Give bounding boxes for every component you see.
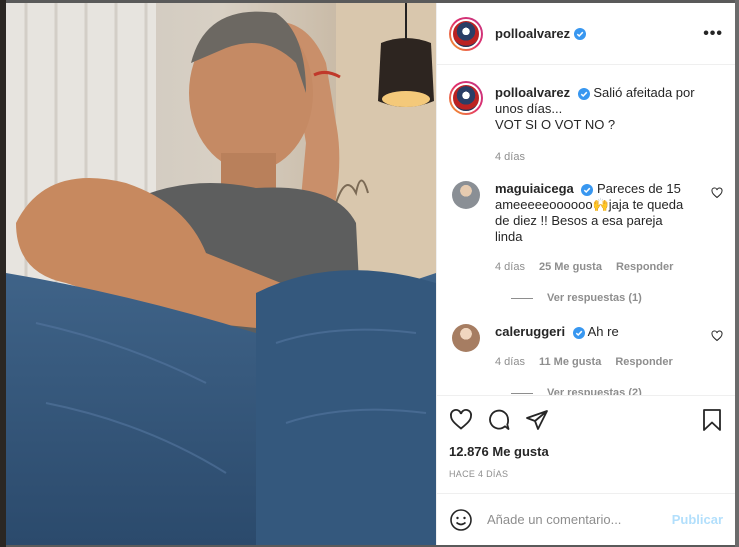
post-photo-image <box>6 3 436 545</box>
view-replies-label: Ver respuestas (2) <box>547 387 642 395</box>
verified-badge-icon <box>574 27 587 40</box>
more-horizontal-icon[interactable]: ••• <box>703 25 723 43</box>
comment-time[interactable]: 4 días <box>495 259 525 275</box>
comment-item: caleruggeri Ah re 4 días 11 Me gusta Res… <box>449 324 723 370</box>
view-replies-label: Ver respuestas (1) <box>547 292 642 304</box>
divider <box>511 392 533 394</box>
reply-button[interactable]: Responder <box>616 259 673 275</box>
post-actions: 12.876 Me gusta HACE 4 DÍAS <box>437 395 735 479</box>
publish-button[interactable]: Publicar <box>672 512 723 527</box>
bookmark-icon[interactable] <box>701 408 723 432</box>
caption-text: VOT SI O VOT NO ? <box>495 117 616 132</box>
verified-badge-icon <box>577 87 590 100</box>
post-side-panel: polloalvarez ••• polloalvarez Salió afei… <box>436 3 735 545</box>
caption-text: unos días... <box>495 101 563 116</box>
comment-text: ameeeeeoooooo🙌jaja te queda <box>495 197 684 212</box>
comment-icon[interactable] <box>487 408 511 432</box>
divider <box>511 297 533 299</box>
caption-avatar[interactable] <box>449 81 483 115</box>
comment-composer: Publicar <box>437 493 735 545</box>
comment-input[interactable] <box>487 512 672 527</box>
comment-likes[interactable]: 11 Me gusta <box>539 354 601 370</box>
like-comment-heart-icon[interactable] <box>711 330 723 342</box>
like-comment-heart-icon[interactable] <box>711 187 723 199</box>
commenter-avatar[interactable] <box>452 324 480 352</box>
caption-username[interactable]: polloalvarez <box>495 85 570 100</box>
commenter-avatar[interactable] <box>452 181 480 209</box>
verified-badge-icon <box>572 326 585 339</box>
comment-text: Ah re <box>587 324 619 339</box>
comments-list: polloalvarez Salió afeitada por unos día… <box>437 65 735 395</box>
caption-text: Salió afeitada por <box>593 85 695 100</box>
post-modal: polloalvarez ••• polloalvarez Salió afei… <box>6 3 735 545</box>
comment-text: Pareces de 15 <box>597 181 681 196</box>
comment-username[interactable]: caleruggeri <box>495 324 565 339</box>
post-date[interactable]: HACE 4 DÍAS <box>449 469 723 479</box>
comment-text: linda <box>495 229 523 244</box>
view-replies-button[interactable]: Ver respuestas (1) <box>511 292 723 304</box>
comment-username[interactable]: maguiaicega <box>495 181 574 196</box>
comment-likes[interactable]: 25 Me gusta <box>539 259 602 275</box>
share-icon[interactable] <box>525 408 549 432</box>
caption: polloalvarez Salió afeitada por unos día… <box>449 81 723 165</box>
heart-icon[interactable] <box>449 408 473 432</box>
reply-button[interactable]: Responder <box>615 354 672 370</box>
comment-text: de diez !! Besos a esa pareja <box>495 213 663 228</box>
emoji-icon[interactable] <box>449 508 473 532</box>
author-username[interactable]: polloalvarez <box>495 26 570 41</box>
comment-item: maguiaicega Pareces de 15 ameeeeeoooooo🙌… <box>449 181 723 275</box>
caption-time[interactable]: 4 días <box>495 149 525 165</box>
likes-count[interactable]: 12.876 Me gusta <box>449 444 723 459</box>
comment-time[interactable]: 4 días <box>495 354 525 370</box>
view-replies-button[interactable]: Ver respuestas (2) <box>511 387 723 395</box>
post-header: polloalvarez ••• <box>437 3 735 65</box>
verified-badge-icon <box>581 183 594 196</box>
backdrop-right <box>735 0 739 547</box>
author-avatar[interactable] <box>449 16 483 51</box>
post-photo[interactable] <box>6 3 436 545</box>
